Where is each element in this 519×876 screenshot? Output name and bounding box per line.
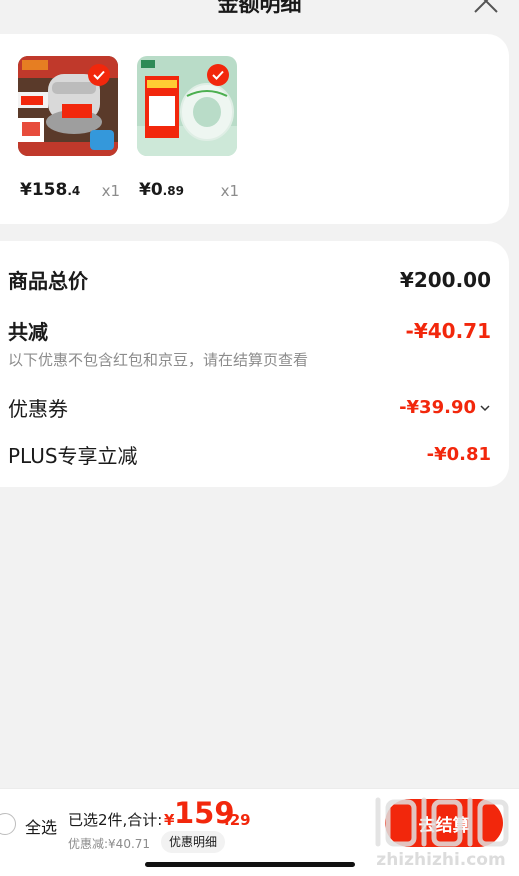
price-main: ¥0 xyxy=(139,180,163,200)
plus-discount-row: PLUS专享立减 -¥0.81 xyxy=(8,440,491,469)
product-quantity: x1 xyxy=(101,182,120,200)
amount-detail-sheet: 金额明细 ¥158.4 x1 ¥0.89 x1 商品总价 ¥200.00 共减 … xyxy=(0,0,519,876)
price-main: ¥158 xyxy=(20,180,68,200)
total-reduction-row: 共减 -¥40.71 xyxy=(8,316,491,345)
total-currency: ¥ xyxy=(164,811,175,829)
price-decimal: .89 xyxy=(162,184,184,198)
select-all-label[interactable]: 全选 xyxy=(25,814,57,838)
coupon-label: 优惠券 xyxy=(8,397,68,421)
home-indicator xyxy=(145,862,355,867)
coupon-value-group[interactable]: -¥39.90 xyxy=(399,397,491,418)
selected-summary-text: 已选2件,合计: xyxy=(68,811,163,829)
price-summary-card: 商品总价 ¥200.00 共减 -¥40.71 以下优惠不包含红包和京豆，请在结… xyxy=(0,241,509,487)
plus-discount-value: -¥0.81 xyxy=(426,444,491,465)
discount-note: 以下优惠不包含红包和京豆，请在结算页查看 xyxy=(8,351,309,369)
select-all-checkbox[interactable] xyxy=(0,813,16,835)
total-amount-decimal: .29 xyxy=(224,811,251,829)
product-quantity: x1 xyxy=(220,182,239,200)
selected-check-icon xyxy=(88,64,110,86)
discount-summary-text: 优惠减:¥40.71 xyxy=(68,837,151,851)
product-price: ¥0.89 xyxy=(139,180,184,200)
product-price: ¥158.4 xyxy=(20,180,80,200)
close-icon[interactable] xyxy=(471,0,501,16)
sheet-title: 金额明细 xyxy=(217,0,302,16)
total-price-value: ¥200.00 xyxy=(399,267,491,292)
plus-discount-label: PLUS专享立减 xyxy=(8,444,138,468)
chevron-down-icon[interactable] xyxy=(479,403,491,413)
total-price-row: 商品总价 ¥200.00 xyxy=(8,265,491,294)
product-thumbnail-rice-cooker[interactable] xyxy=(18,56,118,156)
checkout-button[interactable]: 去结算 xyxy=(385,799,503,847)
total-reduction-label: 共减 xyxy=(8,320,48,344)
selected-check-icon xyxy=(207,64,229,86)
total-price-label: 商品总价 xyxy=(8,269,88,293)
product-item[interactable]: ¥158.4 x1 xyxy=(18,56,120,200)
coupon-value: -¥39.90 xyxy=(399,397,476,418)
discount-detail-button[interactable]: 优惠明细 xyxy=(161,831,226,853)
product-thumbnail-tape[interactable] xyxy=(137,56,237,156)
products-card: ¥158.4 x1 ¥0.89 x1 xyxy=(0,34,509,224)
coupon-row[interactable]: 优惠券 -¥39.90 xyxy=(8,393,491,422)
price-decimal: .4 xyxy=(67,184,81,198)
total-reduction-value: -¥40.71 xyxy=(405,318,491,343)
product-item[interactable]: ¥0.89 x1 xyxy=(137,56,239,200)
